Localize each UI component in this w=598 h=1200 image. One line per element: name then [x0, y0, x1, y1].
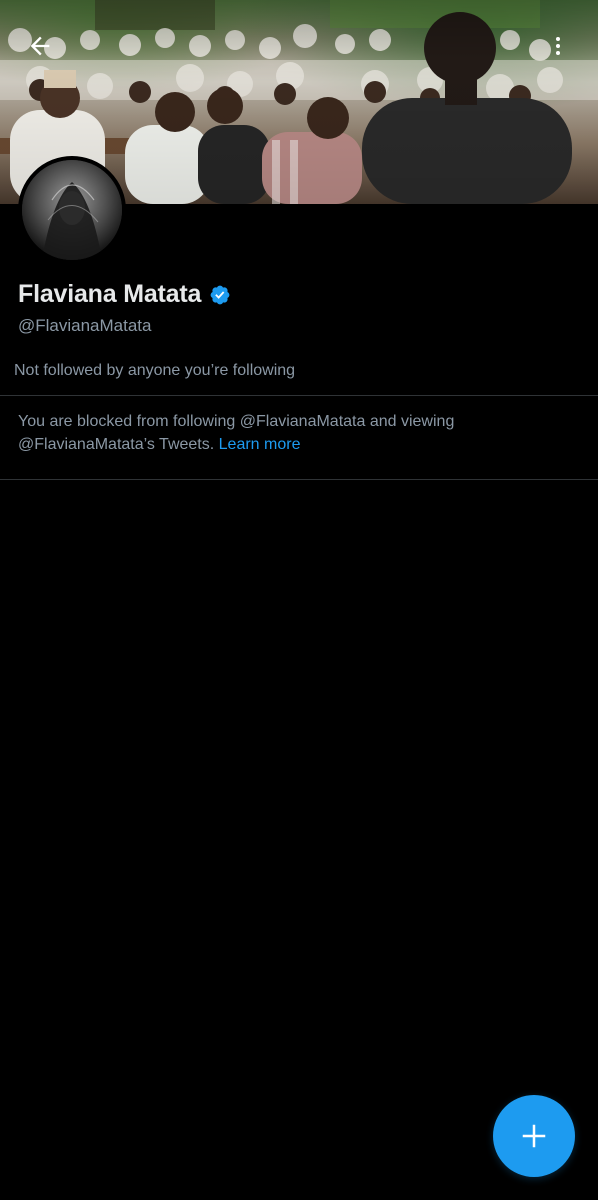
blocked-notice: You are blocked from following @Flaviana…: [18, 410, 578, 456]
compose-tweet-button[interactable]: [493, 1095, 575, 1177]
divider: [0, 395, 598, 396]
profile-handle: @FlavianaMatata: [18, 316, 152, 335]
profile-avatar[interactable]: [18, 156, 126, 264]
plus-icon: [522, 1124, 546, 1148]
avatar-photo: [22, 160, 122, 260]
display-name: Flaviana Matata: [18, 280, 202, 308]
name-row: Flaviana Matata: [18, 280, 231, 309]
arrow-left-icon: [30, 36, 50, 56]
verified-badge-icon: [209, 284, 231, 306]
divider: [0, 479, 598, 480]
more-vertical-icon: [556, 37, 560, 55]
back-button[interactable]: [20, 26, 60, 66]
learn-more-link[interactable]: Learn more: [219, 436, 301, 453]
followed-by-text: Not followed by anyone you’re following: [14, 362, 296, 379]
more-button[interactable]: [538, 26, 578, 66]
